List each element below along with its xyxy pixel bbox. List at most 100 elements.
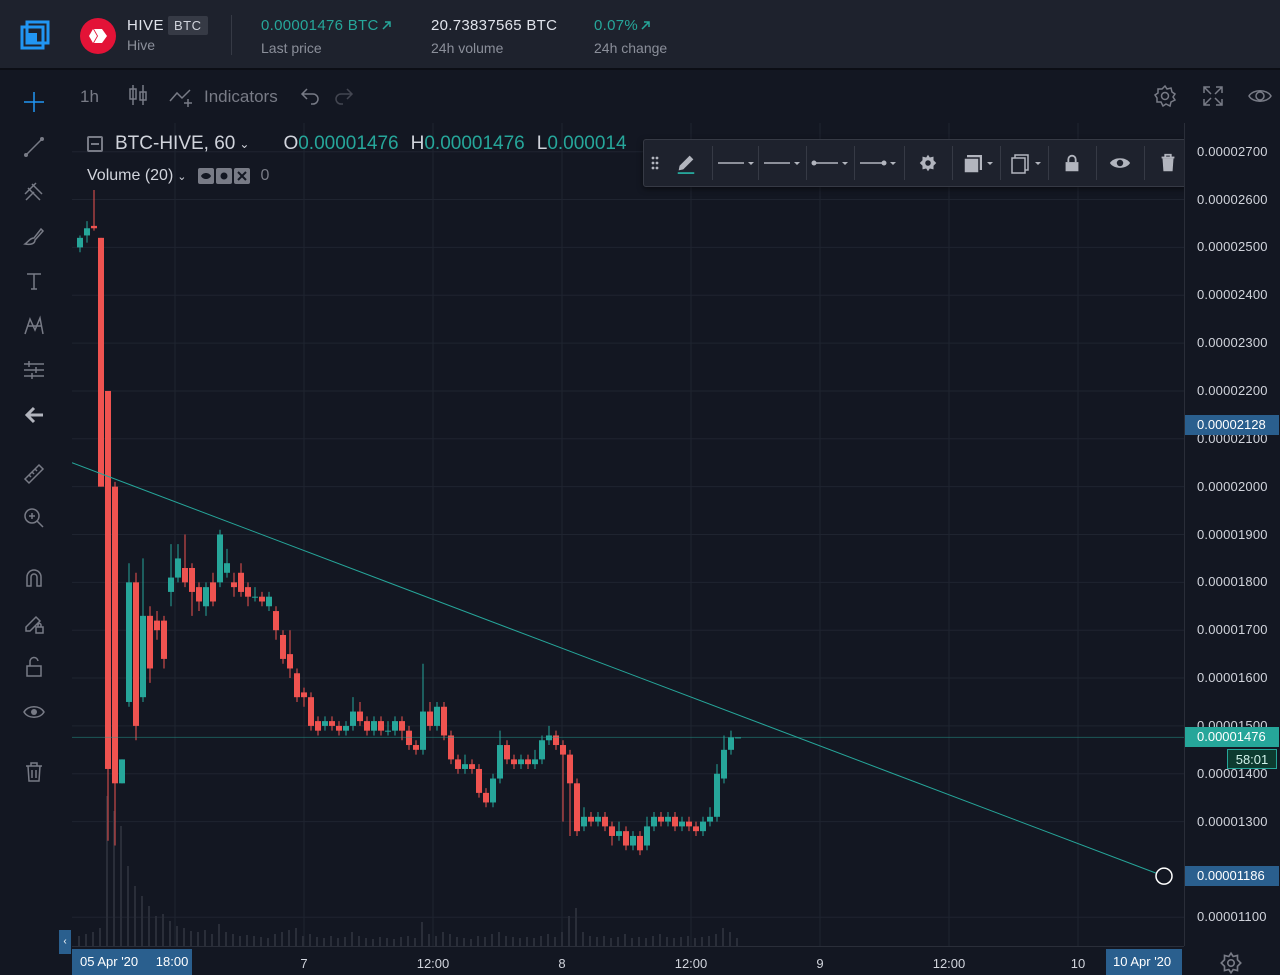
high-value: 0.00001476 <box>424 133 525 154</box>
volume-bar <box>610 938 612 946</box>
eye-icon[interactable] <box>198 168 215 184</box>
indicators-icon <box>169 89 192 107</box>
forecast-icon[interactable] <box>20 356 48 384</box>
volume-label: 24h volume <box>431 40 504 56</box>
close-icon[interactable] <box>234 168 251 184</box>
chart-pane[interactable] <box>72 123 1184 946</box>
candlestick-chart[interactable] <box>72 123 1184 946</box>
candle-down <box>273 611 279 631</box>
volume-bar <box>120 826 122 946</box>
settings-gear-icon[interactable] <box>1153 84 1177 108</box>
pair-full-name: Hive <box>127 37 156 53</box>
clone-icon[interactable] <box>1002 140 1050 186</box>
volume-bar <box>344 937 346 946</box>
candle-up <box>532 759 538 765</box>
line-width-icon[interactable] <box>760 140 804 186</box>
volume-bar <box>491 934 493 946</box>
crosshair-icon[interactable] <box>20 88 48 116</box>
price-tick-label: 0.00001800 <box>1197 574 1268 590</box>
fullscreen-icon[interactable] <box>1201 84 1225 108</box>
arrow-up-right-icon <box>382 21 391 30</box>
pencil-icon[interactable] <box>666 140 706 186</box>
candle-down <box>574 783 580 832</box>
candle-up <box>616 831 622 836</box>
volume-bar <box>631 938 633 946</box>
candle-up <box>203 587 209 607</box>
gear-icon[interactable] <box>906 140 950 186</box>
volume-bar <box>435 936 437 946</box>
volume-bar <box>519 938 521 946</box>
text-icon[interactable] <box>20 267 48 295</box>
candle-down <box>287 654 293 669</box>
volume-bar <box>694 938 696 946</box>
price-axis[interactable]: 0.00002700 0.00002600 0.00002500 0.00002400… <box>1184 123 1280 946</box>
volume-bar <box>722 928 724 946</box>
volume-study-value: 0 <box>260 167 270 184</box>
lock-icon[interactable] <box>1050 140 1094 186</box>
magnet-icon[interactable] <box>20 564 48 592</box>
undo-icon[interactable] <box>298 84 322 108</box>
eye-icon[interactable] <box>20 698 48 726</box>
redo-icon[interactable] <box>332 84 356 108</box>
time-range-end-tag: 10 Apr '20 <box>1106 949 1182 975</box>
brush-icon[interactable] <box>20 222 48 250</box>
candle-up <box>490 778 496 803</box>
indicators-button[interactable]: Indicators <box>168 85 278 109</box>
pattern-icon[interactable] <box>20 312 48 340</box>
candle-up <box>462 764 468 769</box>
trash-icon[interactable] <box>20 758 48 786</box>
time-axis[interactable]: 05 Apr '20 18:00 10 Apr '20 7 12:00 8 12:00… <box>72 946 1184 975</box>
candle-down <box>245 587 251 597</box>
interval-button[interactable]: 1h <box>80 87 99 107</box>
candle-down <box>658 816 664 822</box>
volume-bar <box>505 936 507 946</box>
time-tick-label: 12:00 <box>932 956 966 971</box>
time-tick-label: 8 <box>558 956 566 971</box>
line-end-icon[interactable] <box>856 140 900 186</box>
candle-down <box>455 759 461 769</box>
lock-drawing-icon[interactable] <box>20 609 48 637</box>
back-arrow-icon[interactable] <box>20 401 48 429</box>
high-key: H <box>410 133 425 154</box>
indicators-label: Indicators <box>204 87 278 106</box>
volume-bar <box>323 938 325 946</box>
pitchfork-icon[interactable] <box>20 178 48 206</box>
line-color-icon[interactable] <box>714 140 758 186</box>
candles-icon[interactable] <box>126 83 150 107</box>
volume-bar <box>617 937 619 946</box>
candle-down <box>469 764 475 769</box>
gear-icon[interactable] <box>1218 950 1244 975</box>
volume-study-label[interactable]: Volume (20) <box>87 167 173 185</box>
candle-down <box>609 826 615 836</box>
candle-up <box>322 721 328 726</box>
volume-bar <box>218 924 220 946</box>
volume-bar <box>239 936 241 946</box>
app-logo-icon[interactable] <box>20 20 50 50</box>
drag-handle-icon[interactable] <box>646 140 664 186</box>
bar-countdown: 58:01 <box>1227 749 1277 770</box>
volume-bar <box>596 937 598 946</box>
line-start-icon[interactable] <box>808 140 852 186</box>
last-price-label: Last price <box>261 40 322 56</box>
unlock-icon[interactable] <box>20 653 48 681</box>
pair-base: HIVE <box>127 17 165 34</box>
trend-line-icon[interactable] <box>20 133 48 161</box>
fill-icon[interactable] <box>954 140 1002 186</box>
zoom-in-icon[interactable] <box>20 504 48 532</box>
scroll-left-button[interactable]: ‹ <box>59 930 71 954</box>
trendline-handle <box>1155 867 1173 885</box>
time-range-start-tag: 05 Apr '20 18:00 <box>72 949 192 975</box>
candle-down <box>238 572 244 592</box>
eye-icon[interactable] <box>1098 140 1142 186</box>
symbol-label[interactable]: BTC-HIVE, 60 <box>115 133 235 155</box>
candle-down <box>588 816 594 822</box>
ruler-icon[interactable] <box>20 460 48 488</box>
gear-icon[interactable] <box>216 168 233 184</box>
collapse-legend-icon[interactable] <box>87 136 103 152</box>
toolbar-separator <box>904 146 905 180</box>
chevron-down-icon[interactable]: ⌄ <box>177 170 186 183</box>
candle-down <box>476 768 482 793</box>
chevron-down-icon[interactable]: ⌄ <box>239 137 249 151</box>
trend-line <box>72 462 1165 877</box>
eye-icon[interactable] <box>1248 84 1272 108</box>
